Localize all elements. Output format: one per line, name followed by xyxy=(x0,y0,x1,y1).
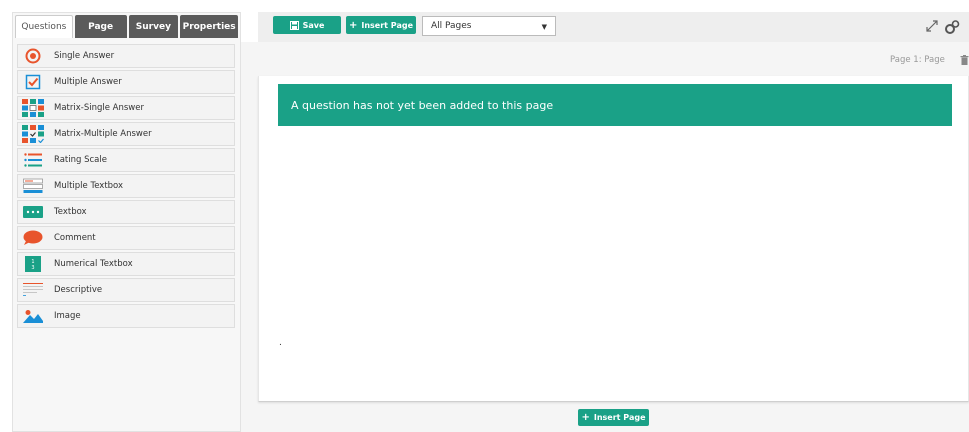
floppy-disk-icon xyxy=(289,20,299,30)
question-type-label: Matrix-Multiple Answer xyxy=(54,129,152,139)
comment-icon xyxy=(22,229,44,247)
palette-tabs: Questions Page Survey Properties xyxy=(13,13,240,38)
question-type-numerical-textbox[interactable]: 13 Numerical Textbox xyxy=(17,252,235,276)
insert-page-bottom-button[interactable]: + Insert Page xyxy=(578,409,649,426)
question-type-label: Rating Scale xyxy=(54,155,107,165)
question-type-rating-scale[interactable]: Rating Scale xyxy=(17,148,235,172)
pages-select-value: All Pages xyxy=(431,21,472,31)
plus-icon: + xyxy=(348,19,358,31)
page-content-dot: . xyxy=(279,338,282,348)
question-type-label: Matrix-Single Answer xyxy=(54,103,144,113)
question-type-matrix-single[interactable]: Matrix-Single Answer xyxy=(17,96,235,120)
question-type-label: Numerical Textbox xyxy=(54,259,133,269)
save-button[interactable]: Save xyxy=(273,16,341,34)
tab-properties[interactable]: Properties xyxy=(180,15,238,38)
descriptive-icon xyxy=(22,281,44,299)
page-canvas: A question has not yet been added to thi… xyxy=(258,76,969,402)
question-type-multiple-textbox[interactable]: Multiple Textbox xyxy=(17,174,235,198)
question-type-label: Multiple Textbox xyxy=(54,181,124,191)
insert-page-bottom-label: Insert Page xyxy=(593,413,646,422)
settings-gears-icon[interactable] xyxy=(944,19,960,35)
numerical-textbox-icon: 13 xyxy=(22,255,44,273)
svg-text:3: 3 xyxy=(31,265,34,271)
question-type-multiple-answer[interactable]: Multiple Answer xyxy=(17,70,235,94)
question-type-matrix-multiple[interactable]: Matrix-Multiple Answer xyxy=(17,122,235,146)
expand-icon[interactable] xyxy=(925,19,939,33)
question-type-list: Single Answer Multiple Answer Matrix-Sin… xyxy=(13,38,240,328)
empty-page-notice: A question has not yet been added to thi… xyxy=(278,84,952,126)
multiple-answer-icon xyxy=(22,73,44,91)
editor-toolbar: Save + Insert Page All Pages ▼ xyxy=(258,12,969,42)
question-type-label: Multiple Answer xyxy=(54,77,122,87)
matrix-single-icon xyxy=(22,99,44,117)
page-label: Page 1: Page xyxy=(890,55,945,65)
matrix-multiple-icon xyxy=(22,125,44,143)
save-button-label: Save xyxy=(302,20,325,30)
textbox-icon xyxy=(22,203,44,221)
question-type-label: Single Answer xyxy=(54,51,115,61)
tab-survey[interactable]: Survey xyxy=(128,15,179,38)
dropdown-arrow-icon: ▼ xyxy=(541,23,547,31)
question-type-descriptive[interactable]: Descriptive xyxy=(17,278,235,302)
question-type-label: Descriptive xyxy=(54,285,103,295)
question-type-label: Textbox xyxy=(54,207,87,217)
multiple-textbox-icon xyxy=(22,177,44,195)
question-type-label: Comment xyxy=(54,233,96,243)
plus-icon: + xyxy=(581,412,590,423)
question-type-textbox[interactable]: Textbox xyxy=(17,200,235,224)
question-type-single-answer[interactable]: Single Answer xyxy=(17,44,235,68)
question-type-image[interactable]: Image xyxy=(17,304,235,328)
question-type-label: Image xyxy=(54,311,81,321)
pages-select[interactable]: All Pages ▼ xyxy=(422,16,556,36)
question-type-comment[interactable]: Comment xyxy=(17,226,235,250)
question-palette: Questions Page Survey Properties Single … xyxy=(12,12,241,432)
tab-questions[interactable]: Questions xyxy=(15,15,73,38)
insert-page-label: Insert Page xyxy=(361,20,413,30)
rating-scale-icon xyxy=(22,151,44,169)
trash-icon[interactable] xyxy=(960,55,969,65)
tab-page[interactable]: Page xyxy=(74,15,127,38)
insert-page-button[interactable]: + Insert Page xyxy=(346,16,416,34)
image-icon xyxy=(22,307,44,325)
single-answer-icon xyxy=(22,47,44,65)
